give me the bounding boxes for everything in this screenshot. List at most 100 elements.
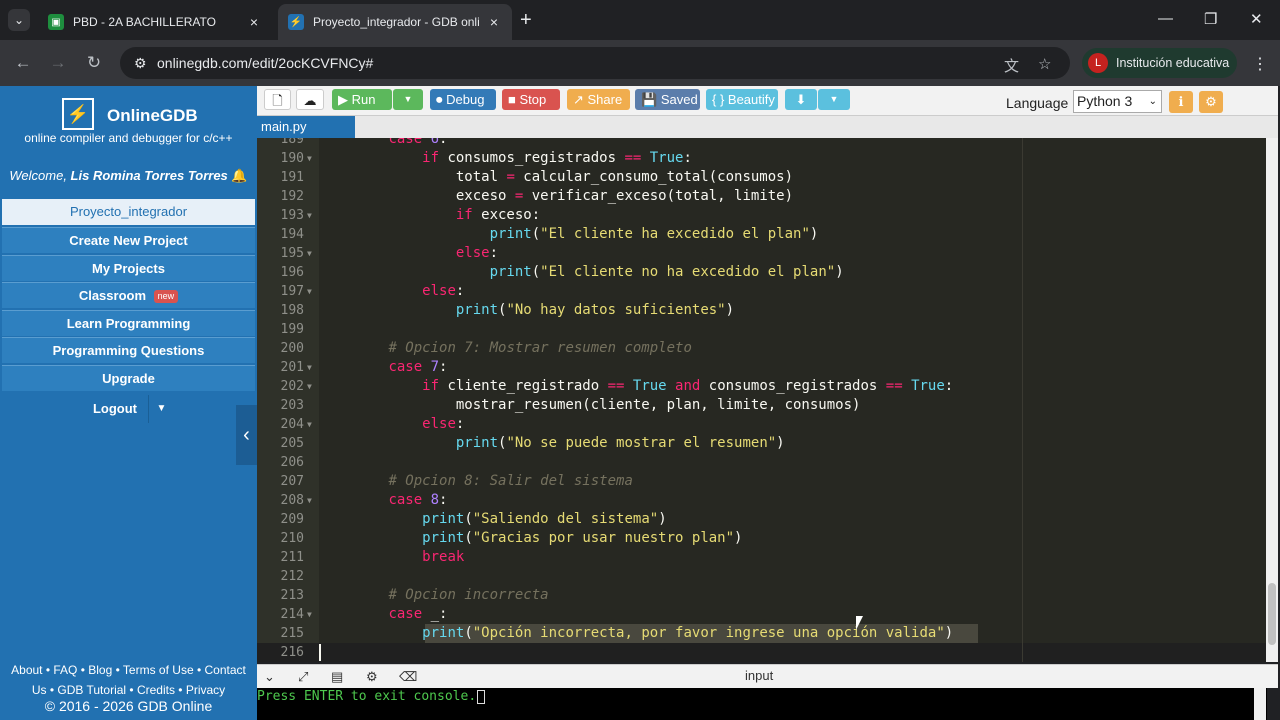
expand-icon[interactable]: ⤢ <box>298 669 308 685</box>
reload-icon[interactable]: ↻ <box>83 53 105 73</box>
code-line: 197 ▼ else: <box>280 282 465 301</box>
language-label: Language <box>1006 95 1069 111</box>
code-line: 192 exceso = verificar_exceso(total, lim… <box>280 188 794 204</box>
code-line: 206 <box>280 455 304 470</box>
code-line: 189 case 6: <box>280 138 448 147</box>
fold-arrow-icon[interactable]: ▼ <box>307 244 312 263</box>
fold-arrow-icon[interactable]: ▼ <box>307 149 312 168</box>
back-icon[interactable]: ← <box>12 53 34 73</box>
fold-arrow-icon[interactable]: ▼ <box>307 377 312 396</box>
saved-button[interactable]: 💾 Saved <box>635 89 700 110</box>
fold-arrow-icon[interactable]: ▼ <box>307 282 312 301</box>
sidebar-item-my-projects[interactable]: My Projects <box>2 255 255 281</box>
collapse-sidebar-icon[interactable]: ‹ <box>236 405 257 465</box>
url-text[interactable]: onlinegdb.com/edit/2ocKCVFNCy# <box>157 55 373 71</box>
code-line: 204 ▼ else: <box>280 415 465 434</box>
bell-icon[interactable]: 🔔 <box>231 168 247 183</box>
close-tab-icon[interactable]: × <box>246 14 262 30</box>
chevron-down-icon: ⌄ <box>1148 96 1157 107</box>
fold-arrow-icon[interactable]: ▼ <box>307 491 312 510</box>
stop-button[interactable]: ■ Stop <box>502 89 560 110</box>
browser-menu-icon[interactable]: ⋮ <box>1252 54 1268 74</box>
sidebar-item-create-project[interactable]: Create New Project <box>2 227 255 253</box>
console-layout-icon[interactable]: ▤ <box>331 669 343 685</box>
logout-group: Logout ▼ <box>82 395 174 423</box>
language-select[interactable]: Python 3 ⌄ <box>1073 90 1162 113</box>
footer-line-2[interactable]: Us • GDB Tutorial • Credits • Privacy <box>0 680 257 700</box>
saved-label: Saved <box>660 92 698 107</box>
browser-tab-pbd[interactable]: ▣ PBD - 2A BACHILLERATO × <box>38 4 272 40</box>
minimize-icon[interactable]: — <box>1158 10 1173 27</box>
forward-icon[interactable]: → <box>47 53 69 73</box>
close-window-icon[interactable]: ✕ <box>1250 10 1263 28</box>
download-options-caret-icon[interactable]: ▼ <box>818 89 850 110</box>
profile-chip[interactable]: L Institución educativa <box>1082 48 1237 78</box>
caret-down-icon[interactable]: ▼ <box>148 395 174 423</box>
sidebar-item-classroom[interactable]: Classroom new <box>2 282 255 308</box>
onlinegdb-logo-icon[interactable]: ⚡ <box>62 98 94 130</box>
fold-arrow-icon[interactable]: ▼ <box>307 206 312 225</box>
chevron-down-icon[interactable]: ⌄ <box>264 669 275 685</box>
profile-label: Institución educativa <box>1116 56 1230 70</box>
mouse-pointer-icon <box>856 616 863 630</box>
console-cursor <box>477 689 486 704</box>
footer-line-1[interactable]: About • FAQ • Blog • Terms of Use • Cont… <box>0 660 257 680</box>
browser-tab-gdb[interactable]: ⚡ Proyecto_integrador - GDB onli × <box>278 4 512 40</box>
close-tab-icon[interactable]: × <box>486 14 502 30</box>
code-line: 216 <box>280 645 304 660</box>
user-name: Lis Romina Torres Torres <box>70 168 228 183</box>
logout-button[interactable]: Logout <box>82 395 148 423</box>
restore-icon[interactable]: ❐ <box>1204 10 1217 28</box>
sidebar-item-upgrade[interactable]: Upgrade <box>2 365 255 391</box>
console-scrollbar[interactable] <box>1254 688 1266 720</box>
text-cursor <box>319 644 321 661</box>
fold-arrow-icon[interactable]: ▼ <box>307 415 312 434</box>
code-line: 211 break <box>280 549 465 565</box>
settings-gear-icon[interactable]: ⚙ <box>1199 91 1223 113</box>
avatar: L <box>1088 53 1108 73</box>
stop-icon: ■ <box>508 92 520 107</box>
console-input-label: input <box>745 668 774 683</box>
translate-icon[interactable]: 文 <box>1004 55 1019 76</box>
code-lines[interactable]: 189 case 6: 190 ▼ if consumos_registrados… <box>257 138 1266 662</box>
run-button[interactable]: ▶ Run <box>332 89 392 110</box>
tab-search-icon[interactable]: ⌄ <box>8 9 30 31</box>
new-tab-button[interactable]: + <box>520 10 532 30</box>
footer-links[interactable]: About • FAQ • Blog • Terms of Use • Cont… <box>0 660 257 700</box>
fold-arrow-icon[interactable]: ▼ <box>307 605 312 624</box>
debug-button[interactable]: ⏺ Debug <box>430 89 496 110</box>
fold-arrow-icon[interactable]: ▼ <box>307 358 312 377</box>
code-line: 210 print("Gracias por usar nuestro plan… <box>280 530 743 546</box>
sidebar-item-label: Classroom <box>78 288 147 303</box>
sidebar-item-learn-programming[interactable]: Learn Programming <box>2 310 255 336</box>
debug-label: Debug <box>446 92 485 107</box>
upload-file-icon[interactable]: ☁ <box>296 89 324 110</box>
code-line: 200 # Opcion 7: Mostrar resumen completo <box>280 340 692 356</box>
code-line: 194 print("El cliente ha excedido el pla… <box>280 226 819 242</box>
clear-console-icon[interactable]: ⌫ <box>399 669 417 685</box>
code-line: 196 print("El cliente no ha excedido el … <box>280 264 844 280</box>
console-text: Press ENTER to exit console. <box>257 689 477 704</box>
console-line: Press ENTER to exit console. <box>257 689 486 704</box>
code-line: 201 ▼ case 7: <box>280 358 448 377</box>
code-line: 203 mostrar_resumen(cliente, plan, limit… <box>280 397 861 413</box>
run-label: Run <box>351 92 376 107</box>
new-file-icon[interactable]: 🗋 <box>264 89 291 110</box>
console-settings-icon[interactable]: ⚙ <box>366 669 378 685</box>
info-icon[interactable]: ℹ <box>1169 91 1193 113</box>
share-button[interactable]: ↗ Share <box>567 89 630 110</box>
stop-label: Stop <box>519 92 547 107</box>
bookmark-star-icon[interactable]: ☆ <box>1038 55 1051 73</box>
site-info-icon[interactable]: ⚙ <box>134 55 147 72</box>
sidebar-item-project[interactable]: Proyecto_integrador <box>2 199 255 225</box>
sidebar-item-programming-questions[interactable]: Programming Questions <box>2 337 255 363</box>
editor-scroll-thumb[interactable] <box>1268 583 1276 645</box>
beautify-button[interactable]: { } Beautify <box>706 89 778 110</box>
gdb-favicon-icon: ⚡ <box>288 14 304 30</box>
share-icon: ↗ <box>573 92 588 107</box>
download-icon[interactable]: ⬇ <box>785 89 817 110</box>
run-options-caret-icon[interactable]: ▼ <box>393 89 423 110</box>
brand-name[interactable]: OnlineGDB <box>107 106 198 126</box>
file-tab-main[interactable]: main.py <box>257 116 355 138</box>
play-icon: ▶ <box>338 92 352 107</box>
